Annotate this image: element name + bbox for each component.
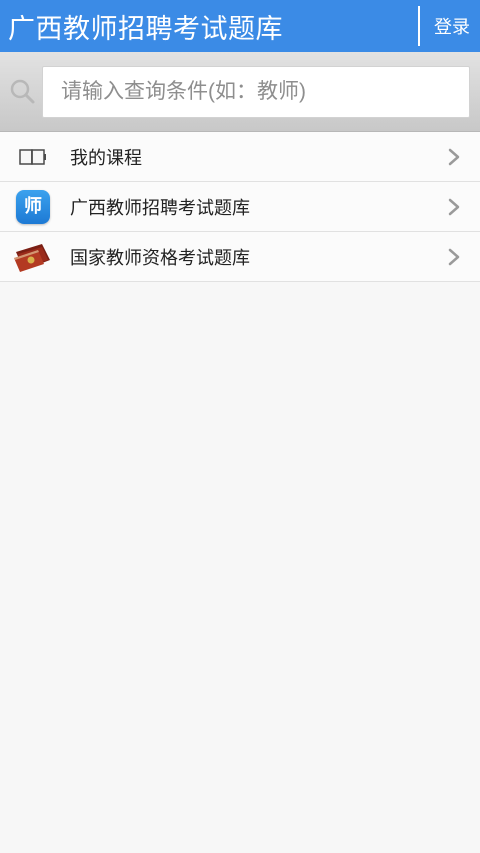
search-icon bbox=[8, 77, 38, 107]
teacher-app-icon: 师 bbox=[10, 189, 56, 225]
chevron-right-icon bbox=[446, 197, 462, 217]
login-button[interactable]: 登录 bbox=[434, 13, 470, 39]
list-item-label: 国家教师资格考试题库 bbox=[70, 247, 250, 269]
menu-list: 我的课程 师 广西教师招聘考试题库 国家教师资格考试题库 bbox=[0, 132, 480, 282]
list-item-guangxi-bank[interactable]: 师 广西教师招聘考试题库 bbox=[0, 182, 480, 232]
certificate-icon bbox=[10, 239, 56, 275]
list-item-my-courses[interactable]: 我的课程 bbox=[0, 132, 480, 182]
top-bar: 广西教师招聘考试题库 登录 bbox=[0, 0, 480, 52]
list-item-label: 我的课程 bbox=[70, 147, 142, 169]
chevron-right-icon bbox=[446, 247, 462, 267]
login-area: 登录 bbox=[418, 0, 470, 52]
list-item-label: 广西教师招聘考试题库 bbox=[70, 197, 250, 219]
teacher-app-badge: 师 bbox=[16, 189, 50, 224]
teacher-app-icon-text: 师 bbox=[24, 195, 42, 217]
chevron-right-icon bbox=[446, 147, 462, 167]
search-icon-graphic bbox=[10, 79, 35, 103]
search-input[interactable] bbox=[42, 65, 470, 118]
list-item-national-bank[interactable]: 国家教师资格考试题库 bbox=[0, 232, 480, 282]
search-bar bbox=[0, 52, 480, 132]
book-icon bbox=[10, 139, 56, 175]
header-divider bbox=[418, 6, 420, 46]
app-root: 广西教师招聘考试题库 登录 我的课程 bbox=[0, 0, 480, 853]
page-title: 广西教师招聘考试题库 bbox=[8, 13, 283, 45]
